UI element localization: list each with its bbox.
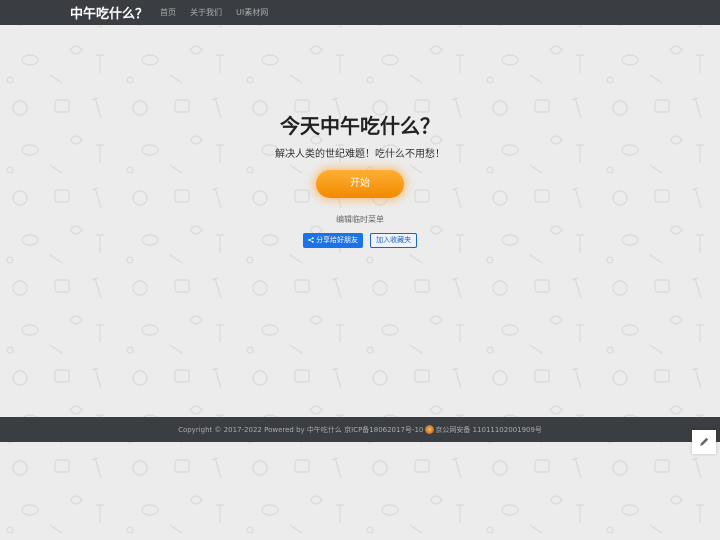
police-record-link[interactable]: 京公网安备 11011102001909号 xyxy=(435,425,542,435)
doodle-background xyxy=(0,0,720,540)
police-badge-icon xyxy=(425,425,435,434)
edit-temp-menu-link[interactable]: 编辑临时菜单 xyxy=(0,214,720,225)
brand-logo[interactable]: 中午吃什么？ xyxy=(70,3,148,22)
hero-section: 今天中午吃什么？ 解决人类的世纪难题！吃什么不用愁！ 开始 编辑临时菜单 分享给… xyxy=(0,110,720,249)
share-button[interactable]: 分享给好朋友 xyxy=(302,233,364,248)
share-button-label: 分享给好朋友 xyxy=(316,236,359,244)
copyright-text: Copyright © 2017-2022 Powered by 中午吃什么 京… xyxy=(178,425,424,434)
nav-link-home[interactable]: 首页 xyxy=(160,7,176,18)
edit-floating-button[interactable] xyxy=(692,430,716,454)
page-subtitle: 解决人类的世纪难题！吃什么不用愁！ xyxy=(275,149,445,160)
top-navbar: 中午吃什么？ 首页 关于我们 UI素材网 xyxy=(0,0,720,25)
share-icon xyxy=(308,237,314,243)
nav-link-about[interactable]: 关于我们 xyxy=(190,7,222,18)
doodle-pattern xyxy=(0,0,720,540)
footer: Copyright © 2017-2022 Powered by 中午吃什么 京… xyxy=(0,417,720,442)
add-favorite-button[interactable]: 加入收藏夹 xyxy=(370,233,418,248)
start-button[interactable]: 开始 xyxy=(316,170,404,198)
action-buttons: 分享给好朋友 加入收藏夹 xyxy=(0,230,720,249)
nav-link-ui-assets[interactable]: UI素材网 xyxy=(236,7,268,18)
pencil-icon xyxy=(700,437,709,446)
page-title: 今天中午吃什么？ xyxy=(280,114,440,138)
